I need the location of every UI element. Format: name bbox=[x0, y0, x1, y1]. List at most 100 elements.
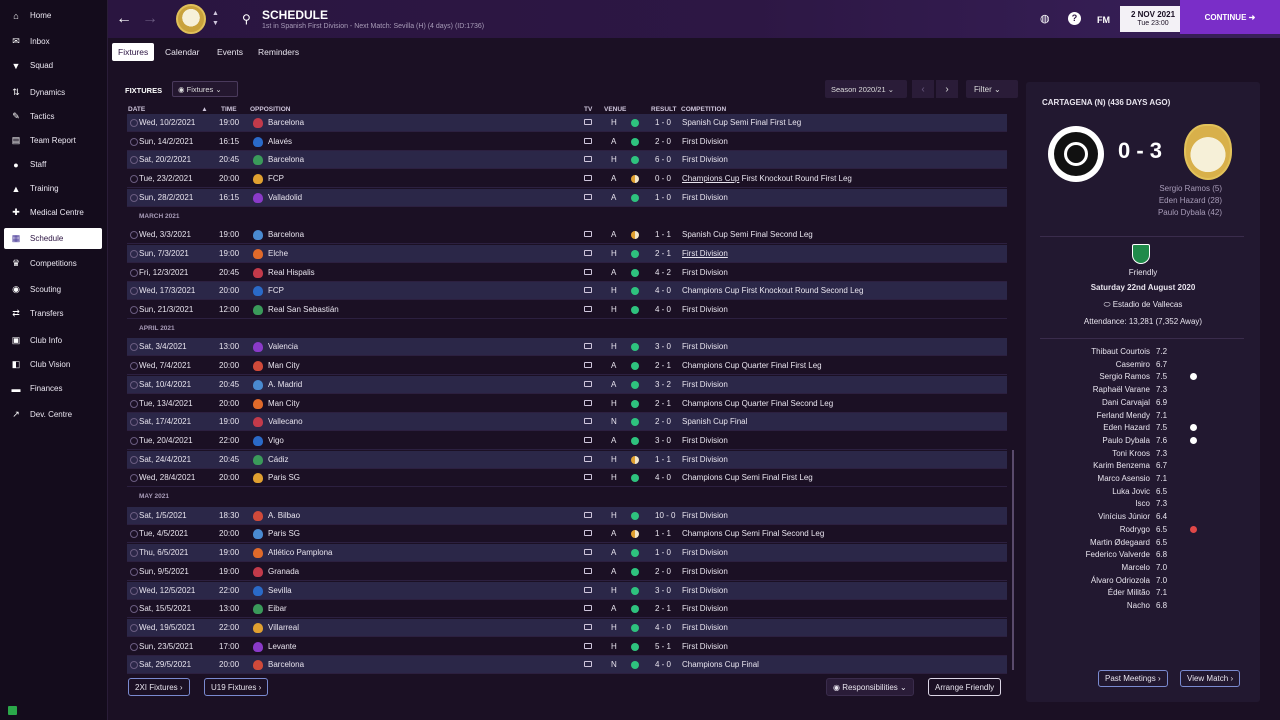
tab-reminders[interactable]: Reminders bbox=[252, 43, 305, 61]
row-score[interactable]: 4 - 0 bbox=[655, 286, 671, 295]
row-score[interactable]: 2 - 1 bbox=[655, 604, 671, 613]
table-row[interactable]: Sat, 29/5/2021 20:00 Barcelona N 4 - 0 Champi… bbox=[127, 656, 1007, 675]
row-score[interactable]: 4 - 0 bbox=[655, 623, 671, 632]
table-row[interactable]: Sun, 7/3/2021 19:00 Elche H 2 - 1 First Divis… bbox=[127, 244, 1007, 263]
row-opposition[interactable]: Valladolid bbox=[268, 193, 302, 202]
sidebar-item-home[interactable]: ⌂ Home bbox=[4, 5, 102, 26]
sidebar-item-club-vision[interactable]: ◧ Club Vision bbox=[4, 354, 102, 375]
date-box[interactable]: 2 NOV 2021 Tue 23:00 bbox=[1120, 6, 1186, 32]
sidebar-item-club-info[interactable]: ▣ Club Info bbox=[4, 330, 102, 351]
row-opposition[interactable]: Real Hispalis bbox=[268, 268, 315, 277]
row-opposition[interactable]: Sevilla bbox=[268, 586, 292, 595]
player-row[interactable]: Raphaël Varane 7.3 bbox=[1026, 385, 1260, 397]
sidebar-item-staff[interactable]: ● Staff bbox=[4, 154, 102, 175]
col-competition[interactable]: COMPETITION bbox=[681, 106, 726, 113]
back-arrow-icon[interactable]: ← bbox=[116, 10, 132, 28]
row-score[interactable]: 2 - 0 bbox=[655, 417, 671, 426]
table-row[interactable]: Wed, 17/3/2021 20:00 FCP H 4 - 0 Champions Cu… bbox=[127, 282, 1007, 301]
select-circle-icon[interactable] bbox=[130, 474, 138, 483]
table-row[interactable]: Tue, 20/4/2021 22:00 Vigo A 3 - 0 First Divis… bbox=[127, 432, 1007, 450]
select-circle-icon[interactable] bbox=[130, 455, 138, 464]
player-row[interactable]: Isco 7.3 bbox=[1026, 499, 1260, 511]
row-opposition[interactable]: Paris SG bbox=[268, 529, 300, 538]
player-row[interactable]: Eden Hazard 7.5 bbox=[1026, 423, 1260, 435]
select-circle-icon[interactable] bbox=[130, 399, 138, 408]
sidebar-item-team-report[interactable]: ▤ Team Report bbox=[4, 130, 102, 151]
arrange-friendly-button[interactable]: Arrange Friendly bbox=[928, 678, 1002, 696]
prev-season-button[interactable]: ‹ bbox=[912, 80, 934, 98]
tab-events[interactable]: Events bbox=[211, 43, 249, 61]
select-circle-icon[interactable] bbox=[130, 511, 138, 520]
home-team-crest-icon[interactable] bbox=[1048, 126, 1104, 182]
col-tv[interactable]: TV bbox=[584, 106, 592, 113]
away-team-crest-icon[interactable] bbox=[1184, 124, 1232, 180]
player-row[interactable]: Álvaro Odriozola 7.0 bbox=[1026, 576, 1260, 588]
row-score[interactable]: 1 - 1 bbox=[655, 230, 671, 239]
row-opposition[interactable]: Barcelona bbox=[268, 155, 304, 164]
select-circle-icon[interactable] bbox=[130, 287, 138, 296]
select-circle-icon[interactable] bbox=[130, 175, 138, 184]
row-score[interactable]: 1 - 0 bbox=[655, 548, 671, 557]
sidebar-item-transfers[interactable]: ⇄ Transfers bbox=[4, 303, 102, 324]
select-circle-icon[interactable] bbox=[130, 343, 138, 352]
select-circle-icon[interactable] bbox=[130, 268, 138, 277]
player-row[interactable]: Thibaut Courtois 7.2 bbox=[1026, 347, 1260, 359]
row-score[interactable]: 4 - 0 bbox=[655, 660, 671, 669]
player-row[interactable]: Éder Militão 7.1 bbox=[1026, 588, 1260, 600]
globe-icon[interactable]: ◍ bbox=[1040, 12, 1050, 25]
u19-fixtures-button[interactable]: U19 Fixtures › bbox=[204, 678, 269, 696]
select-circle-icon[interactable] bbox=[130, 567, 138, 576]
table-row[interactable]: Fri, 12/3/2021 20:45 Real Hispalis A 4 - 2 Fi… bbox=[127, 264, 1007, 282]
row-opposition[interactable]: Man City bbox=[268, 399, 300, 408]
row-score[interactable]: 3 - 0 bbox=[655, 436, 671, 445]
table-row[interactable]: Sat, 20/2/2021 20:45 Barcelona H 6 - 0 First … bbox=[127, 151, 1007, 170]
row-opposition[interactable]: Barcelona bbox=[268, 230, 304, 239]
player-row[interactable]: Marcelo 7.0 bbox=[1026, 563, 1260, 575]
row-opposition[interactable]: Elche bbox=[268, 249, 288, 258]
row-score[interactable]: 2 - 1 bbox=[655, 399, 671, 408]
past-meetings-button[interactable]: Past Meetings › bbox=[1098, 670, 1168, 687]
sidebar-item-inbox[interactable]: ✉ Inbox bbox=[4, 31, 102, 52]
season-dropdown[interactable]: Season 2020/21 ⌄ bbox=[825, 80, 907, 98]
select-circle-icon[interactable] bbox=[130, 137, 138, 146]
player-row[interactable]: Marco Asensio 7.1 bbox=[1026, 474, 1260, 486]
2xi-fixtures-button[interactable]: 2XI Fixtures › bbox=[128, 678, 190, 696]
tab-fixtures[interactable]: Fixtures bbox=[112, 43, 155, 61]
player-row[interactable]: Ferland Mendy 7.1 bbox=[1026, 411, 1260, 423]
sidebar-item-squad[interactable]: ▼ Squad bbox=[4, 55, 102, 76]
player-row[interactable]: Federico Valverde 6.8 bbox=[1026, 550, 1260, 562]
row-opposition[interactable]: Alavés bbox=[268, 137, 292, 146]
sidebar-item-schedule[interactable]: ▦ Schedule bbox=[4, 228, 102, 249]
table-row[interactable]: Sat, 1/5/2021 18:30 A. Bilbao H 10 - 0 First … bbox=[127, 506, 1007, 525]
row-score[interactable]: 10 - 0 bbox=[655, 511, 675, 520]
row-opposition[interactable]: Vallecano bbox=[268, 417, 303, 426]
row-opposition[interactable]: Levante bbox=[268, 642, 296, 651]
player-row[interactable]: Paulo Dybala 7.6 bbox=[1026, 436, 1260, 448]
player-row[interactable]: Martin Ødegaard 6.5 bbox=[1026, 538, 1260, 550]
row-score[interactable]: 2 - 1 bbox=[655, 361, 671, 370]
col-venue[interactable]: VENUE bbox=[604, 106, 626, 113]
row-score[interactable]: 6 - 0 bbox=[655, 155, 671, 164]
table-row[interactable]: Tue, 13/4/2021 20:00 Man City H 2 - 1 Champio… bbox=[127, 395, 1007, 413]
sidebar-item-scouting[interactable]: ◉ Scouting bbox=[4, 279, 102, 300]
table-row[interactable]: Sat, 17/4/2021 19:00 Vallecano N 2 - 0 Spanis… bbox=[127, 413, 1007, 432]
row-score[interactable]: 4 - 0 bbox=[655, 305, 671, 314]
forward-arrow-icon[interactable]: → bbox=[142, 10, 158, 28]
player-row[interactable]: Vinícius Júnior 6.4 bbox=[1026, 512, 1260, 524]
col-time[interactable]: TIME bbox=[221, 106, 237, 113]
table-row[interactable]: Wed, 3/3/2021 19:00 Barcelona A 1 - 1 Spanish… bbox=[127, 226, 1007, 245]
table-row[interactable]: Wed, 10/2/2021 19:00 Barcelona H 1 - 0 Spanis… bbox=[127, 114, 1007, 132]
table-row[interactable]: Sun, 28/2/2021 16:15 Valladolid A 1 - 0 First… bbox=[127, 188, 1007, 207]
continue-button[interactable]: CONTINUE ➜ bbox=[1180, 0, 1280, 34]
col-opposition[interactable]: OPPOSITION bbox=[250, 106, 290, 113]
row-opposition[interactable]: Barcelona bbox=[268, 660, 304, 669]
row-score[interactable]: 1 - 1 bbox=[655, 455, 671, 464]
player-row[interactable]: Sergio Ramos 7.5 bbox=[1026, 372, 1260, 384]
row-score[interactable]: 2 - 1 bbox=[655, 249, 671, 258]
row-score[interactable]: 2 - 0 bbox=[655, 567, 671, 576]
select-circle-icon[interactable] bbox=[130, 661, 138, 670]
select-circle-icon[interactable] bbox=[130, 549, 138, 558]
sidebar-item-finances[interactable]: ▬ Finances bbox=[4, 378, 102, 399]
select-circle-icon[interactable] bbox=[130, 586, 138, 595]
row-score[interactable]: 3 - 0 bbox=[655, 586, 671, 595]
